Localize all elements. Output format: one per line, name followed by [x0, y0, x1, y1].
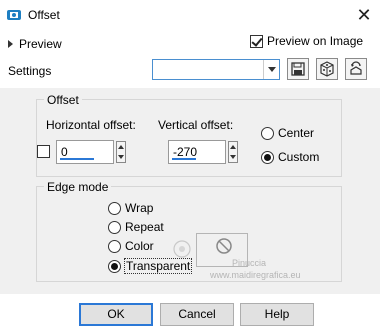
- edge-color-radio[interactable]: Color: [108, 239, 154, 253]
- horizontal-offset-value: 0: [61, 145, 68, 159]
- offset-group-title: Offset: [44, 93, 82, 107]
- radio-icon[interactable]: [108, 201, 121, 215]
- origin-center-radio[interactable]: Center: [261, 126, 314, 140]
- origin-custom-radio[interactable]: Custom: [261, 150, 319, 164]
- cancel-button[interactable]: Cancel: [160, 303, 234, 326]
- checkbox-checked-icon[interactable]: [250, 34, 263, 48]
- preview-on-image-label: Preview on Image: [267, 34, 364, 48]
- origin-center-label: Center: [278, 126, 315, 140]
- expand-arrow-icon: [8, 40, 13, 48]
- help-button[interactable]: Help: [240, 303, 314, 326]
- chevron-down-icon[interactable]: [263, 60, 279, 79]
- edge-transparent-radio[interactable]: Transparent: [108, 258, 193, 274]
- spin-down-icon[interactable]: [118, 155, 124, 159]
- reset-defaults-button[interactable]: [345, 58, 367, 80]
- edge-color-label: Color: [125, 239, 154, 253]
- settings-preset-dropdown[interactable]: [152, 59, 280, 80]
- edge-wrap-label: Wrap: [125, 201, 154, 215]
- radio-selected-icon[interactable]: [108, 259, 121, 273]
- watermark-emblem-icon: [173, 240, 191, 258]
- watermark-logo: [172, 239, 192, 261]
- edge-mode-group-title: Edge mode: [44, 180, 112, 194]
- floppy-disk-icon: [291, 62, 305, 76]
- edge-wrap-radio[interactable]: Wrap: [108, 201, 153, 215]
- vertical-offset-input[interactable]: -270: [168, 140, 226, 164]
- vertical-offset-spinner[interactable]: [228, 141, 238, 163]
- edge-transparent-label: Transparent: [123, 258, 193, 274]
- link-offsets-checkbox[interactable]: [37, 145, 50, 158]
- vertical-offset-label: Vertical offset:: [158, 118, 234, 132]
- ok-button[interactable]: OK: [79, 303, 153, 326]
- horizontal-offset-label: Horizontal offset:: [46, 118, 136, 132]
- horizontal-offset-spinner[interactable]: [116, 141, 126, 163]
- window-title: Offset: [28, 8, 60, 22]
- radio-icon[interactable]: [261, 126, 274, 140]
- spin-up-icon[interactable]: [118, 145, 124, 149]
- spin-up-icon[interactable]: [230, 145, 236, 149]
- randomize-button[interactable]: [316, 58, 338, 80]
- spin-down-icon[interactable]: [230, 155, 236, 159]
- horizontal-offset-input[interactable]: 0: [56, 140, 114, 164]
- input-focus-underline: [172, 158, 196, 160]
- origin-custom-label: Custom: [278, 150, 320, 164]
- edge-repeat-label: Repeat: [125, 220, 164, 234]
- preview-toggle[interactable]: Preview: [8, 36, 62, 52]
- close-button[interactable]: ✕: [352, 4, 376, 26]
- watermark-name: Pinuccia: [232, 258, 267, 268]
- preview-on-image-checkbox[interactable]: Preview on Image: [250, 34, 363, 48]
- reset-icon: [350, 61, 362, 75]
- input-focus-underline: [60, 158, 94, 160]
- app-icon: [6, 7, 22, 23]
- dice-icon: [320, 61, 334, 77]
- save-preset-button[interactable]: [287, 58, 309, 80]
- radio-selected-icon[interactable]: [261, 150, 274, 164]
- watermark-url: www.maidiregrafica.eu: [210, 270, 301, 280]
- edge-repeat-radio[interactable]: Repeat: [108, 220, 164, 234]
- vertical-offset-value: -270: [173, 145, 198, 159]
- radio-icon[interactable]: [108, 239, 121, 253]
- radio-icon[interactable]: [108, 220, 121, 234]
- preview-label: Preview: [19, 37, 62, 51]
- settings-label: Settings: [8, 64, 52, 78]
